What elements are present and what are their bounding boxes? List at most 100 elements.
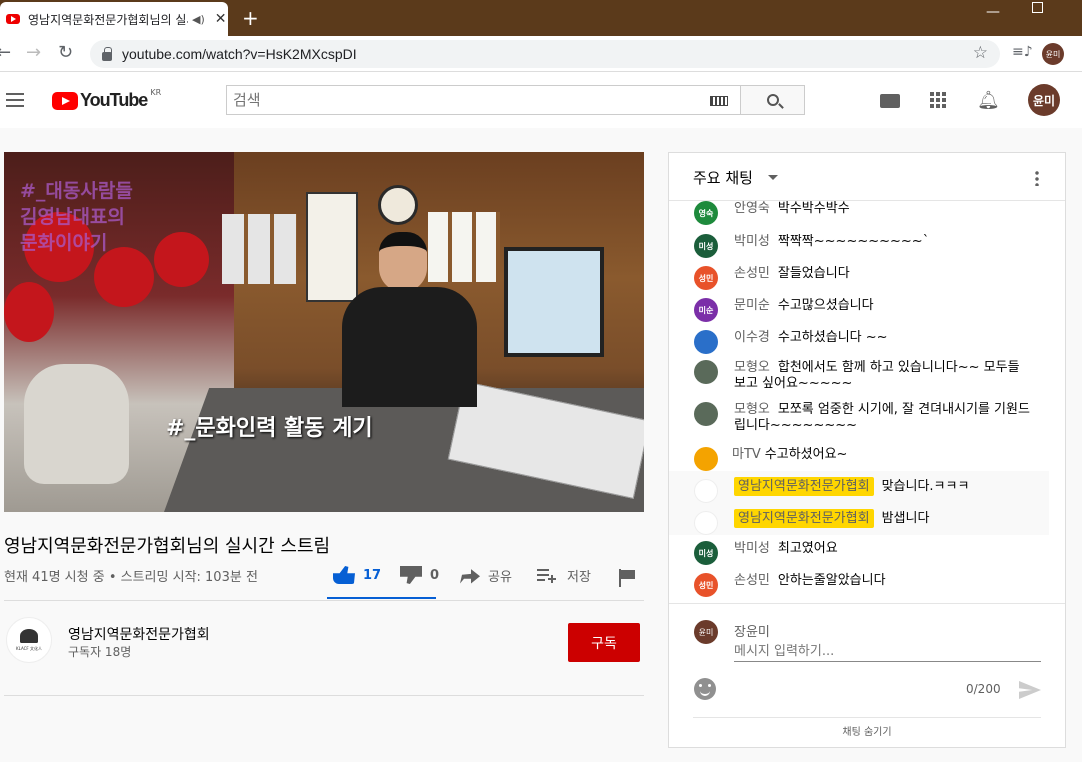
video-player[interactable]: #_대동사람들 김영남대표의 문화이야기 #_문화인력 활동 계기 (4, 152, 644, 512)
url-text: youtube.com/watch?v=HsK2MXcspDI (122, 46, 357, 62)
video-title: 영남지역문화전문가협회님의 실시간 스트림 (4, 536, 331, 557)
subscribe-button[interactable]: 구독 (568, 623, 640, 662)
chat-message-input[interactable] (734, 642, 1041, 662)
notifications-bell-icon[interactable]: 🔔︎ (977, 90, 1000, 111)
chat-text: 맞습니다.ㅋㅋㅋ (881, 479, 970, 494)
video-scene-flower (154, 232, 209, 287)
playlist-add-icon (537, 568, 557, 583)
chat-avatar[interactable]: 미성 (694, 541, 718, 565)
browser-tab[interactable]: 영남지역문화전문가협회님의 실시간 스트림 ◀︎) ✕ (0, 2, 228, 36)
chat-avatar[interactable] (694, 479, 718, 503)
chat-mode-label[interactable]: 주요 채팅 (693, 167, 753, 188)
chat-author[interactable]: 박미성 (734, 541, 770, 556)
chat-text: 박수박수박수 (777, 201, 850, 216)
more-options-icon[interactable] (1035, 170, 1039, 186)
chat-message: 모형오 합천에서도 함께 하고 있습니니다~~ 모두들 보고 싶어요~~~~~ (669, 360, 1049, 392)
chat-text: 안하는줄알았습니다 (777, 573, 886, 588)
video-overlay-title: #_대동사람들 김영남대표의 문화이야기 (20, 180, 133, 254)
youtube-logo[interactable]: YouTube KR (52, 88, 161, 111)
video-overlay-caption: #_문화인력 활동 계기 (166, 416, 373, 441)
live-chat-panel: 주요 채팅 영숙 안영숙 박수박수박수 미성 박미성 짝짝짝~~~~~~~~~~` … (668, 152, 1066, 748)
char-counter: 0/200 (966, 682, 1001, 696)
chat-message: 영숙 안영숙 박수박수박수 (669, 201, 1049, 225)
chat-author[interactable]: 모형오 (734, 360, 770, 375)
account-avatar[interactable]: 윤미 (1028, 84, 1060, 116)
chat-avatar[interactable]: 성민 (694, 266, 718, 290)
hide-chat-button[interactable]: 채팅 숨기기 (693, 717, 1041, 747)
new-tab-icon[interactable]: + (242, 6, 259, 30)
tab-title: 영남지역문화전문가협회님의 실시간 스트림 (28, 12, 188, 27)
bookmark-star-icon[interactable]: ☆ (973, 43, 988, 63)
chat-author[interactable]: 모형오 (734, 402, 770, 417)
maximize-icon[interactable] (1032, 2, 1043, 13)
chat-message: 미순 문미순 수고많으셨습니다 (669, 298, 1049, 322)
chat-text: 수고하셨습니다 ~~ (777, 330, 888, 345)
owner-badge[interactable]: 영남지역문화전문가협회 (734, 477, 874, 496)
chat-avatar[interactable]: 미순 (694, 298, 718, 322)
emoji-icon[interactable] (694, 678, 716, 700)
divider (4, 600, 644, 601)
like-button[interactable]: 17 (333, 566, 381, 584)
chat-avatar[interactable] (694, 330, 718, 354)
channel-avatar[interactable]: KLACF 文化人 (6, 617, 52, 663)
chat-author[interactable]: 손성민 (734, 266, 770, 281)
video-scene-frames (222, 214, 297, 284)
youtube-play-icon (52, 91, 78, 110)
chat-message-owner: 영남지역문화전문가협회 맞습니다.ㅋㅋㅋ (669, 471, 1049, 503)
reload-icon[interactable]: ↻ (58, 42, 73, 63)
my-name: 장윤미 (734, 625, 770, 640)
chat-messages[interactable]: 영숙 안영숙 박수박수박수 미성 박미성 짝짝짝~~~~~~~~~~` 성민 손성민… (669, 201, 1065, 603)
browser-tabstrip: 영남지역문화전문가협회님의 실시간 스트림 ◀︎) ✕ + — (0, 0, 1082, 36)
chat-text: 잘들었습니다 (777, 266, 850, 281)
chat-author[interactable]: 손성민 (734, 573, 770, 588)
report-flag-icon[interactable] (619, 569, 635, 587)
my-avatar: 윤미 (694, 620, 718, 644)
share-button[interactable]: 공유 (460, 566, 512, 585)
search-input[interactable] (227, 86, 687, 114)
dislike-button[interactable]: 0 (400, 566, 439, 584)
apps-grid-icon[interactable] (930, 92, 946, 108)
video-scene-clock (378, 185, 418, 225)
save-button[interactable]: 저장 (537, 566, 591, 585)
chat-avatar[interactable]: 영숙 (694, 201, 718, 225)
browser-profile-avatar[interactable]: 윤미 (1042, 43, 1064, 65)
chat-message: 모형오 모쪼록 엄중한 시기에, 잘 견뎌내시기를 기원드립니다~~~~~~~~ (669, 402, 1049, 434)
like-count: 17 (363, 567, 382, 583)
address-bar[interactable]: youtube.com/watch?v=HsK2MXcspDI ☆ (90, 40, 1000, 68)
chat-avatar[interactable] (694, 511, 718, 535)
audio-playing-icon[interactable]: ◀︎) (192, 13, 205, 26)
chat-avatar[interactable] (694, 360, 718, 384)
send-icon[interactable] (1019, 681, 1041, 699)
lock-icon (102, 46, 112, 61)
chat-avatar[interactable]: 성민 (694, 573, 718, 597)
chat-text: 짝짝짝~~~~~~~~~~` (777, 234, 930, 249)
thumbs-down-icon (400, 566, 422, 584)
share-label: 공유 (488, 570, 512, 585)
channel-name[interactable]: 영남지역문화전문가협회 (68, 624, 210, 644)
close-tab-icon[interactable]: ✕ (215, 11, 227, 27)
dislike-count: 0 (430, 567, 440, 583)
minimize-icon[interactable]: — (986, 4, 1000, 20)
chat-text: 수고하셨어요~ (764, 447, 848, 462)
logo-text: YouTube (80, 90, 148, 110)
forward-icon[interactable]: → (26, 42, 41, 63)
chat-avatar[interactable] (694, 402, 718, 426)
chat-author[interactable]: 이수경 (734, 330, 770, 345)
chat-author[interactable]: 안영숙 (734, 201, 770, 216)
keyboard-icon[interactable] (710, 96, 728, 106)
menu-icon[interactable] (6, 93, 24, 107)
chat-text: 합천에서도 함께 하고 있습니니다~~ 모두들 보고 싶어요~~~~~ (734, 360, 1020, 391)
chat-avatar[interactable]: 미성 (694, 234, 718, 258)
owner-badge[interactable]: 영남지역문화전문가협회 (734, 509, 874, 528)
media-queue-icon[interactable]: ≡♪ (1012, 44, 1033, 60)
save-label: 저장 (567, 570, 591, 585)
chat-author[interactable]: 박미성 (734, 234, 770, 249)
back-icon[interactable]: ← (0, 42, 11, 63)
chat-avatar[interactable] (694, 447, 718, 471)
chat-author[interactable]: 마TV (732, 447, 761, 462)
chat-author[interactable]: 문미순 (734, 298, 770, 313)
create-video-icon[interactable] (880, 94, 900, 108)
subscriber-count: 구독자 18명 (68, 645, 132, 659)
chevron-down-icon[interactable] (768, 175, 778, 180)
search-button[interactable] (740, 85, 805, 115)
